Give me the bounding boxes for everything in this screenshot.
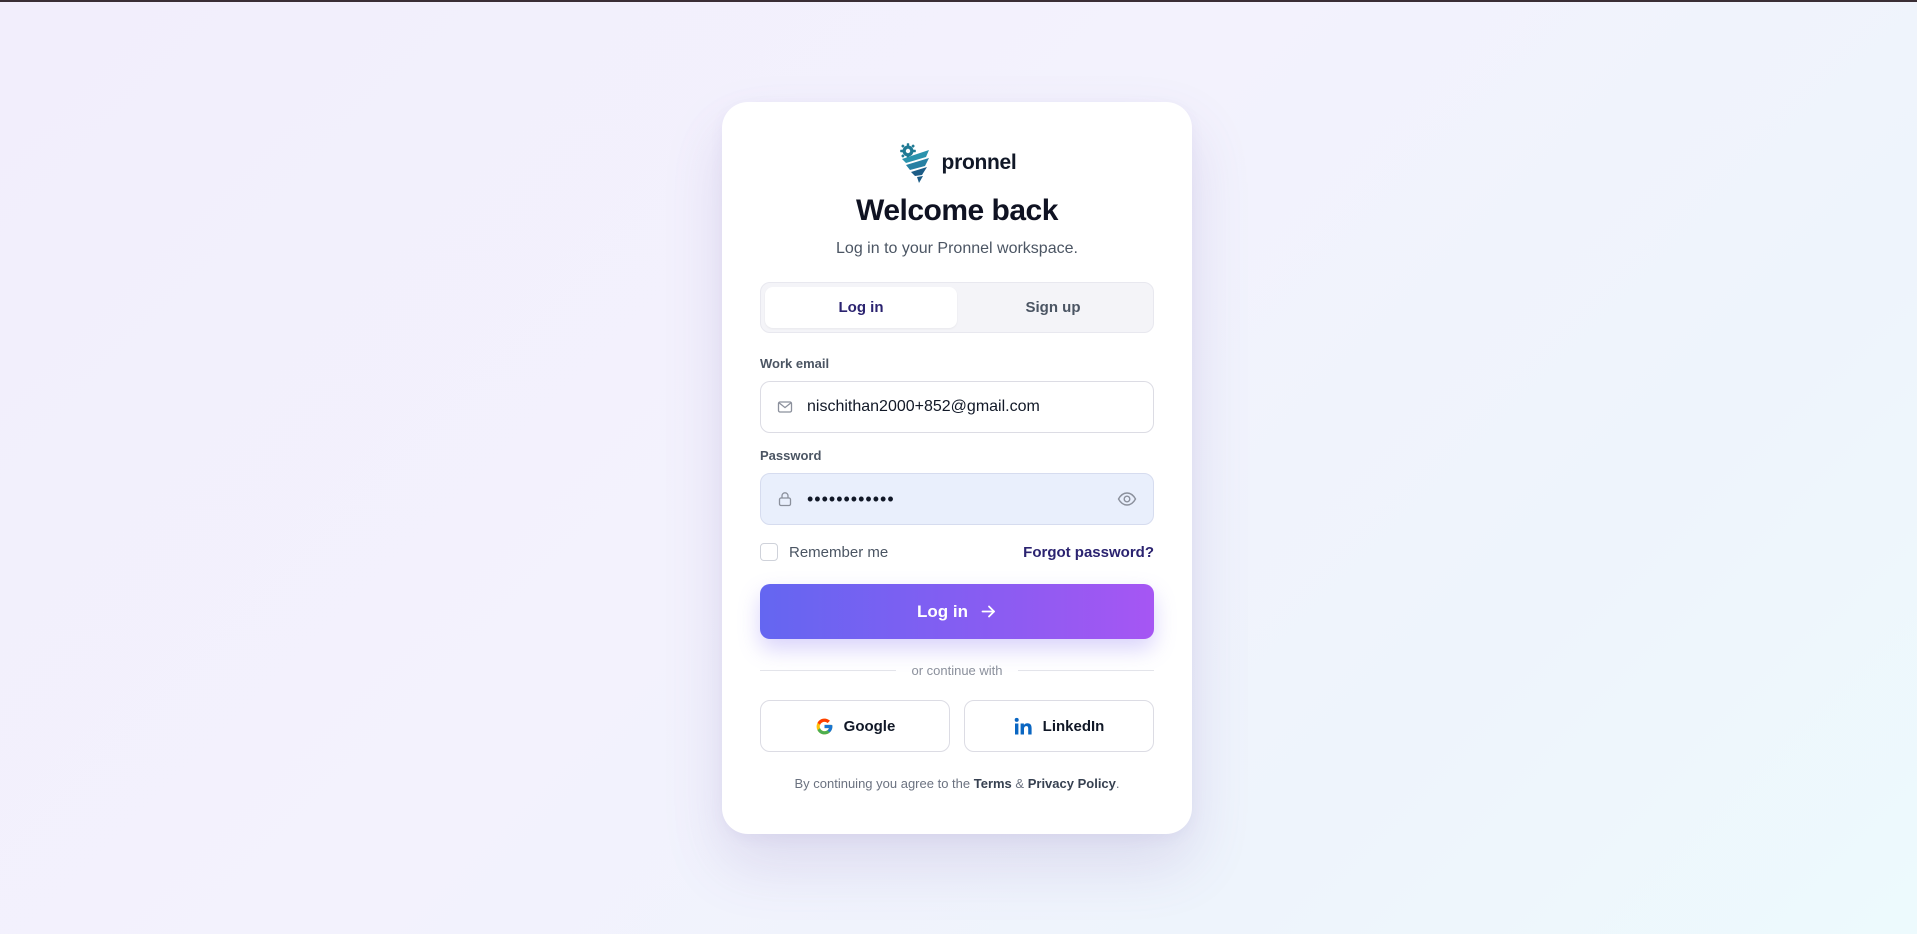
arrow-right-icon xyxy=(980,603,997,620)
page-subtitle: Log in to your Pronnel workspace. xyxy=(836,240,1078,257)
terms-prefix: By continuing you agree to the xyxy=(794,776,971,791)
password-value[interactable]: •••••••••••• xyxy=(807,489,1117,510)
forgot-password-link[interactable]: Forgot password? xyxy=(1023,544,1154,561)
email-field[interactable]: nischithan2000+852@gmail.com xyxy=(760,381,1154,433)
divider: or continue with xyxy=(760,661,1154,679)
remember-row: Remember me Forgot password? xyxy=(760,542,1154,562)
divider-text: or continue with xyxy=(911,662,1003,678)
google-icon xyxy=(815,717,834,736)
linkedin-button-label: LinkedIn xyxy=(1042,717,1105,735)
lock-icon xyxy=(777,491,793,507)
divider-line-left xyxy=(760,669,897,671)
email-value[interactable]: nischithan2000+852@gmail.com xyxy=(807,398,1153,416)
linkedin-button[interactable]: LinkedIn xyxy=(964,700,1154,752)
tab-sign-up[interactable]: Sign up xyxy=(957,287,1149,328)
google-button[interactable]: Google xyxy=(760,700,950,752)
window-top-border xyxy=(0,0,1917,2)
terms-separator: & xyxy=(1015,776,1025,791)
terms-link[interactable]: Terms xyxy=(974,776,1012,791)
remember-checkbox[interactable] xyxy=(760,543,778,561)
login-card: pronnel Welcome back Log in to your Pron… xyxy=(722,102,1192,834)
tab-log-in[interactable]: Log in xyxy=(765,287,957,328)
brand-name: pronnel xyxy=(941,151,1017,174)
mail-icon xyxy=(777,399,793,415)
auth-tabs: Log in Sign up xyxy=(760,282,1154,333)
log-in-button[interactable]: Log in xyxy=(760,584,1154,639)
pronnel-logo-icon xyxy=(898,142,932,184)
terms-notice: By continuing you agree to the Terms & P… xyxy=(722,776,1192,791)
log-in-button-label: Log in xyxy=(917,601,968,621)
linkedin-icon xyxy=(1014,717,1033,736)
terms-suffix: . xyxy=(1115,776,1120,791)
page-title: Welcome back xyxy=(856,194,1058,227)
privacy-policy-link[interactable]: Privacy Policy xyxy=(1028,776,1116,791)
email-label: Work email xyxy=(760,356,830,371)
brand: pronnel xyxy=(722,142,1192,184)
remember-label[interactable]: Remember me xyxy=(789,544,888,561)
social-login-row: Google LinkedIn xyxy=(760,700,1154,752)
eye-icon[interactable] xyxy=(1117,489,1137,509)
password-label: Password xyxy=(760,448,822,463)
password-field[interactable]: •••••••••••• xyxy=(760,473,1154,525)
google-button-label: Google xyxy=(843,717,896,735)
divider-line-right xyxy=(1017,669,1154,671)
